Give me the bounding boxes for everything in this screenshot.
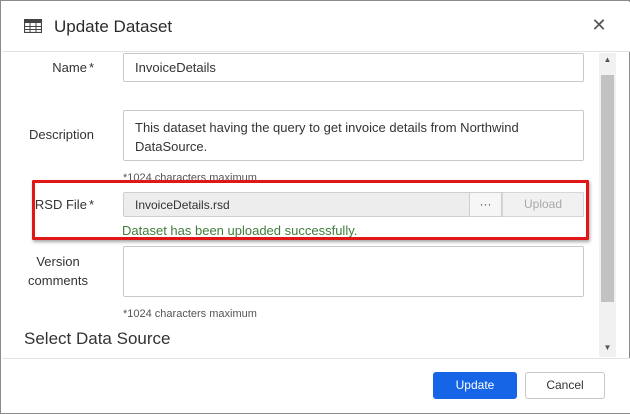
version-comments-label: Version comments: [22, 252, 94, 290]
close-icon[interactable]: ✕: [589, 15, 609, 35]
required-mark: *: [88, 60, 94, 75]
description-textarea[interactable]: This dataset having the query to get inv…: [123, 110, 584, 161]
name-label: Name *: [22, 58, 94, 77]
dialog-header: Update Dataset ✕: [2, 2, 630, 52]
rsd-file-input[interactable]: InvoiceDetails.rsd: [123, 192, 470, 217]
name-input[interactable]: InvoiceDetails: [123, 53, 584, 82]
version-comments-label-line2: comments: [28, 273, 88, 288]
update-button[interactable]: Update: [433, 372, 517, 399]
vertical-scrollbar[interactable]: ▲ ▼: [599, 53, 616, 357]
upload-button[interactable]: Upload: [502, 192, 584, 217]
description-label: Description: [28, 127, 94, 142]
dialog-footer: Update Cancel: [2, 358, 630, 413]
browse-button[interactable]: ···: [469, 192, 502, 217]
scroll-thumb[interactable]: [601, 75, 614, 302]
rsd-file-label: RSD File *: [22, 195, 94, 214]
rsd-file-label-text: RSD File: [34, 197, 87, 212]
version-comments-label-line1: Version: [36, 254, 80, 269]
required-mark: *: [88, 197, 94, 212]
select-data-source-heading: Select Data Source: [24, 329, 171, 348]
scroll-down-arrow-icon[interactable]: ▼: [599, 341, 616, 355]
dialog-body: Name * InvoiceDetails Description This da…: [2, 52, 617, 358]
version-comments-char-limit-hint: *1024 characters maximum: [123, 308, 257, 320]
upload-success-message: Dataset has been uploaded successfully.: [122, 223, 358, 238]
cancel-button[interactable]: Cancel: [525, 372, 605, 399]
table-icon: [23, 18, 43, 34]
description-char-limit-hint: *1024 characters maximum: [123, 172, 257, 184]
name-label-text: Name: [52, 60, 87, 75]
scroll-up-arrow-icon[interactable]: ▲: [599, 53, 616, 67]
version-comments-textarea[interactable]: [123, 246, 584, 297]
dialog-title: Update Dataset: [54, 17, 173, 36]
update-dataset-dialog: Update Dataset ✕ Name * InvoiceDetails De…: [0, 0, 630, 414]
